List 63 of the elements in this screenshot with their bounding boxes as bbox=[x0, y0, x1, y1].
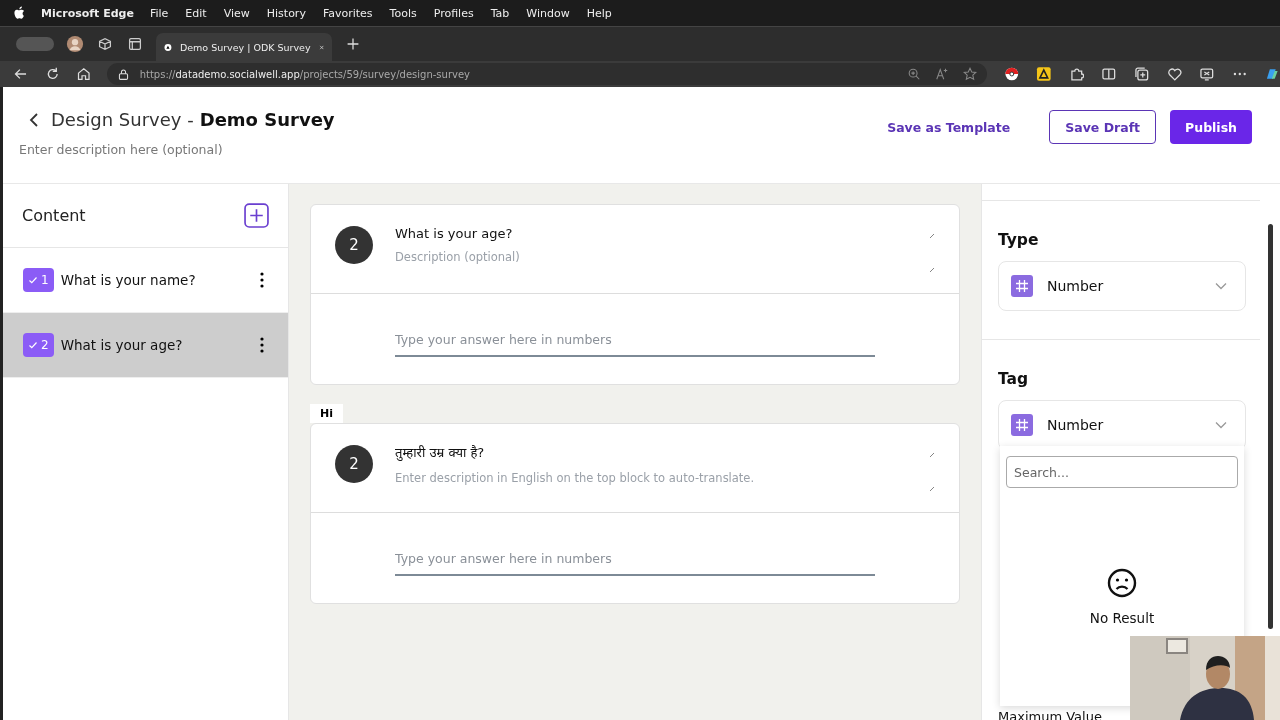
survey-title[interactable]: Demo Survey bbox=[199, 109, 335, 130]
more-options-icon[interactable] bbox=[260, 337, 264, 353]
question-number: 2 bbox=[335, 226, 373, 264]
add-icon[interactable] bbox=[244, 203, 269, 228]
sad-face-icon bbox=[1107, 568, 1137, 598]
menu-item[interactable]: Profiles bbox=[433, 6, 474, 20]
sidebar-toggle-icon[interactable] bbox=[16, 37, 54, 51]
action-button[interactable]: Save as Template bbox=[872, 110, 1026, 144]
page-title-prefix: Design Survey - bbox=[51, 109, 194, 130]
star-icon[interactable] bbox=[962, 67, 977, 81]
search-field[interactable]: Search... bbox=[1006, 456, 1238, 488]
screenshot-icon[interactable] bbox=[1199, 66, 1215, 82]
menu-item[interactable]: Edit bbox=[185, 6, 207, 20]
menu-item[interactable]: File bbox=[149, 6, 169, 20]
menu-item[interactable]: History bbox=[266, 6, 306, 20]
hash-icon bbox=[1011, 414, 1033, 436]
action-button[interactable]: Save Draft bbox=[1049, 110, 1157, 144]
language-tag: Hi bbox=[310, 404, 343, 423]
apple-icon[interactable] bbox=[14, 6, 26, 20]
back-icon[interactable] bbox=[29, 111, 39, 128]
menu-item[interactable]: Favorites bbox=[322, 6, 373, 20]
resize-handle-icon[interactable] bbox=[929, 452, 935, 492]
type-dropdown[interactable]: Number bbox=[998, 261, 1246, 311]
question-title[interactable]: तुम्हारी उम्र क्या है? bbox=[395, 445, 907, 462]
lock-icon[interactable] bbox=[116, 67, 130, 81]
chevron-down-icon bbox=[1215, 282, 1227, 290]
home-icon[interactable] bbox=[75, 65, 93, 83]
content-heading: Content bbox=[22, 206, 86, 225]
menu-item[interactable]: Tab bbox=[490, 6, 510, 20]
browser-tab[interactable]: Demo Survey | ODK Survey bbox=[156, 33, 332, 61]
menu-item[interactable]: Help bbox=[586, 6, 612, 20]
question-list-item[interactable]: 2 What is your age? bbox=[3, 313, 288, 378]
empty-message: No Result bbox=[1089, 610, 1155, 626]
tag-label: Tag bbox=[998, 370, 1030, 388]
address-bar[interactable]: https://datademo.socialwell.app/projects/59/survey/design-survey bbox=[106, 63, 987, 85]
type-label: Type bbox=[998, 231, 1040, 249]
close-icon[interactable] bbox=[318, 42, 324, 52]
workspaces-icon[interactable] bbox=[96, 35, 114, 53]
question-title[interactable]: What is your age? bbox=[395, 226, 907, 241]
question-number: 2 bbox=[335, 445, 373, 483]
chevron-down-icon bbox=[1215, 421, 1227, 429]
hash-icon bbox=[1011, 275, 1033, 297]
question-number-badge: 1 bbox=[23, 268, 54, 292]
copilot-icon[interactable] bbox=[1264, 66, 1280, 82]
zoom-icon[interactable] bbox=[906, 67, 921, 81]
heart-icon[interactable] bbox=[1166, 66, 1183, 82]
app-menu[interactable]: Microsoft Edge bbox=[41, 6, 134, 20]
ball-extension-icon[interactable] bbox=[1003, 66, 1020, 82]
scrollbar-thumb[interactable] bbox=[1267, 224, 1273, 629]
read-aloud-icon[interactable] bbox=[934, 67, 949, 81]
split-screen-icon[interactable] bbox=[1101, 66, 1117, 82]
resize-handle-icon[interactable] bbox=[929, 233, 935, 273]
triangle-extension-icon[interactable] bbox=[1036, 66, 1052, 82]
tab-actions-icon[interactable] bbox=[126, 35, 144, 53]
collections-icon[interactable] bbox=[1134, 66, 1150, 82]
question-number-badge: 2 bbox=[23, 333, 54, 357]
more-options-icon[interactable] bbox=[260, 272, 264, 288]
menu-item[interactable]: View bbox=[223, 6, 250, 20]
puzzle-icon[interactable] bbox=[1068, 66, 1085, 82]
action-button[interactable]: Publish bbox=[1170, 110, 1252, 144]
menu-item[interactable]: Window bbox=[526, 6, 570, 20]
profile-avatar-icon[interactable] bbox=[66, 35, 84, 53]
menu-item[interactable]: Tools bbox=[389, 6, 417, 20]
